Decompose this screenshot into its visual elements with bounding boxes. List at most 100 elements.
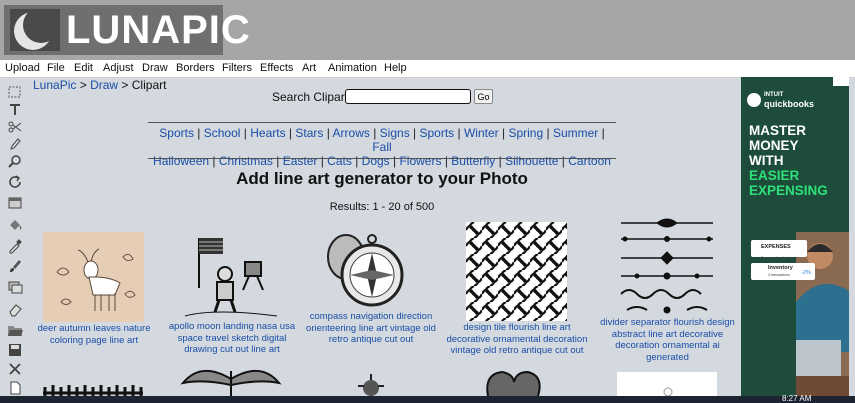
search-label: Search Clipart: — [272, 90, 352, 104]
new-page-icon[interactable] — [7, 380, 23, 396]
clipart-caption[interactable]: compass navigation direction orienteerin… — [305, 311, 437, 346]
clipart-thumbnail-fence[interactable] — [43, 381, 143, 396]
category-separator: | — [323, 126, 333, 140]
category-separator: | — [209, 154, 219, 168]
menu-effects[interactable]: Effects — [260, 62, 293, 74]
category-link[interactable]: Signs — [380, 126, 410, 140]
quickbooks-logo-icon — [747, 93, 761, 107]
category-separator: | — [317, 154, 328, 168]
category-link[interactable]: Fall — [372, 140, 391, 154]
lunapic-logo[interactable]: LUNAPIC — [4, 5, 250, 55]
ad-headline-line: EXPENSING — [749, 183, 828, 198]
page-heading: Add line art generator to your Photo — [236, 169, 528, 188]
category-separator: | — [285, 126, 296, 140]
clipart-caption[interactable]: apollo moon landing nasa usa space trave… — [168, 321, 296, 356]
category-link[interactable]: Summer — [553, 126, 598, 140]
clipart-thumbnail-deer[interactable] — [43, 232, 144, 322]
clipart-thumbnail-compass[interactable] — [320, 233, 410, 309]
taskbar-clock: 8:27 AM — [782, 394, 812, 403]
rotate-icon[interactable] — [7, 174, 23, 190]
category-link[interactable]: School — [204, 126, 241, 140]
clipart-thumbnail-design-tile[interactable] — [466, 222, 567, 321]
logo-text: LUNAPIC — [66, 8, 251, 52]
menu-draw[interactable]: Draw — [142, 62, 168, 74]
category-link[interactable]: Silhouette — [505, 154, 558, 168]
category-separator: | — [498, 126, 509, 140]
close-x-icon[interactable] — [7, 361, 23, 377]
category-link[interactable]: Christmas — [219, 154, 273, 168]
ad-card-title: EXPENSES — [761, 244, 791, 250]
clipart-thumbnail-butterfly[interactable] — [180, 365, 283, 396]
text-icon[interactable] — [7, 101, 23, 117]
menu-edit[interactable]: Edit — [74, 62, 93, 74]
ad-brand-top: INTUIT — [764, 92, 784, 98]
quickbooks-ad[interactable]: INTUIT quickbooks MASTER MONEY WITH EASI… — [741, 77, 849, 396]
ad-choices-icon[interactable] — [833, 77, 849, 86]
menu-art[interactable]: Art — [302, 62, 316, 74]
clipart-thumbnail-moon-landing[interactable] — [183, 232, 279, 318]
category-link[interactable]: Cats — [327, 154, 352, 168]
category-link[interactable]: Hearts — [250, 126, 285, 140]
category-link[interactable]: Butterfly — [451, 154, 495, 168]
category-link[interactable]: Dogs — [362, 154, 390, 168]
pencil-icon[interactable] — [7, 136, 23, 152]
ad-headline-line: MONEY — [749, 138, 799, 153]
category-separator: | — [598, 126, 605, 140]
menu-bar: Upload File Edit Adjust Draw Borders Fil… — [0, 60, 855, 78]
clipart-caption[interactable]: design tile flourish line art decorative… — [443, 322, 591, 357]
save-disk-icon[interactable] — [7, 342, 23, 358]
menu-borders[interactable]: Borders — [176, 62, 215, 74]
menu-upload[interactable]: Upload — [5, 62, 40, 74]
search-input[interactable] — [345, 89, 471, 104]
brush-icon[interactable] — [7, 258, 23, 274]
ad-card-subtitle: 3 transactions — [768, 273, 790, 277]
moon-logo-icon — [10, 9, 60, 51]
breadcrumb-lunapic[interactable]: LunaPic — [33, 78, 76, 92]
menu-filters[interactable]: Filters — [222, 62, 252, 74]
category-separator: | — [240, 126, 251, 140]
top-banner: LUNAPIC — [0, 0, 855, 60]
breadcrumb-draw[interactable]: Draw — [90, 78, 118, 92]
category-separator: | — [389, 154, 400, 168]
category-link[interactable]: Cartoon — [568, 154, 611, 168]
category-link[interactable]: Halloween — [153, 154, 209, 168]
category-links: Sports | School | Hearts | Stars | Arrow… — [148, 126, 616, 168]
scissors-icon[interactable] — [7, 119, 23, 135]
open-folder-icon[interactable] — [7, 322, 23, 338]
layer-icon[interactable] — [7, 195, 23, 211]
category-separator: | — [495, 154, 506, 168]
zoom-icon[interactable] — [7, 154, 23, 170]
clipart-caption[interactable]: divider separator flourish design abstra… — [596, 317, 739, 363]
clipart-thumbnail-white[interactable] — [617, 372, 717, 397]
category-link[interactable]: Flowers — [399, 154, 441, 168]
clipart-thumbnail-robot[interactable] — [350, 372, 392, 396]
category-link[interactable]: Arrows — [333, 126, 370, 140]
clipart-thumbnail-heart[interactable] — [480, 365, 546, 397]
layers-icon[interactable] — [7, 279, 23, 295]
ad-card-title: Inventory — [768, 265, 793, 271]
category-separator: | — [441, 154, 452, 168]
go-button[interactable]: Go — [474, 89, 493, 104]
category-link[interactable]: Sports — [159, 126, 194, 140]
marquee-select-icon[interactable] — [7, 84, 23, 100]
divider-top — [148, 122, 616, 123]
results-count: Results: 1 - 20 of 500 — [329, 201, 435, 213]
menu-file[interactable]: File — [47, 62, 65, 74]
menu-adjust[interactable]: Adjust — [103, 62, 134, 74]
clipart-caption[interactable]: deer autumn leaves nature coloring page … — [34, 323, 154, 346]
ad-card-subtitle: Top spending last week — [761, 256, 798, 260]
category-link[interactable]: Spring — [508, 126, 543, 140]
clipart-thumbnail-dividers[interactable] — [617, 214, 717, 318]
category-link[interactable]: Sports — [420, 126, 455, 140]
eraser-icon[interactable] — [7, 301, 23, 317]
eyedropper-icon[interactable] — [7, 238, 23, 254]
category-separator: | — [409, 126, 420, 140]
category-link[interactable]: Winter — [464, 126, 499, 140]
breadcrumb-current: Clipart — [131, 78, 167, 92]
category-link[interactable]: Stars — [295, 126, 323, 140]
paint-bucket-icon[interactable] — [7, 217, 23, 233]
menu-help[interactable]: Help — [384, 62, 407, 74]
ad-card-value: -2% — [801, 270, 811, 276]
menu-animation[interactable]: Animation — [328, 62, 377, 74]
category-link[interactable]: Easter — [283, 154, 318, 168]
